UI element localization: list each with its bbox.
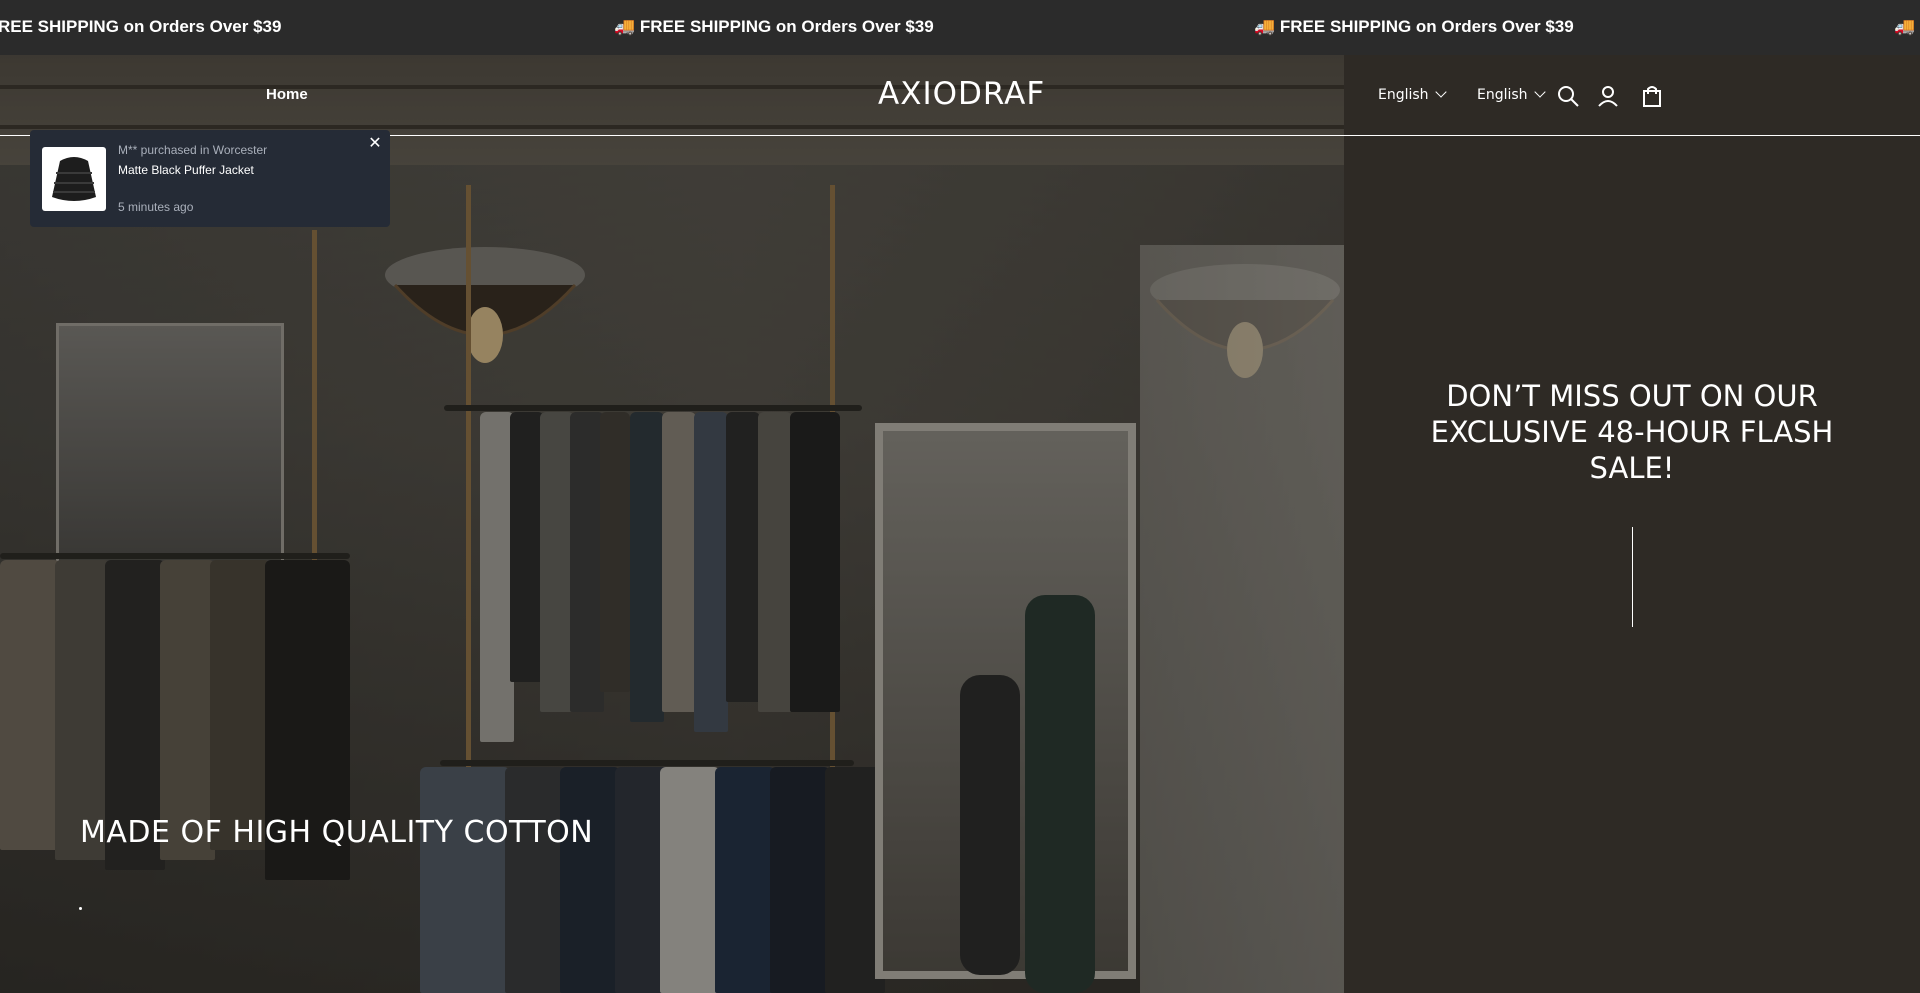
announcement-message: 🚚 FR [1894,17,1920,36]
purchase-notification[interactable]: M** purchased in Worcester Matte Black P… [30,130,390,227]
language-selector[interactable]: English [1378,86,1447,103]
cart-icon[interactable] [1640,84,1664,108]
announcement-message: 🚚 FREE SHIPPING on Orders Over $39 [614,17,934,36]
chevron-down-icon [1434,86,1447,98]
flash-sale-panel [1344,55,1920,993]
nav-home-link[interactable]: Home [266,86,308,103]
language-selector[interactable]: English [1477,86,1546,103]
purchase-time: 5 minutes ago [118,200,194,214]
account-icon[interactable] [1596,84,1620,108]
purchase-location-text: M** purchased in Worcester [118,143,268,157]
search-icon[interactable] [1556,84,1580,108]
chevron-down-icon [1533,86,1546,98]
announcement-bar: REE SHIPPING on Orders Over $39 🚚 FREE S… [0,0,1920,55]
product-name[interactable]: Matte Black Puffer Jacket [118,163,254,177]
announcement-message: REE SHIPPING on Orders Over $39 [0,17,282,36]
puffer-jacket-image [52,157,96,201]
close-icon[interactable]: ✕ [366,135,384,153]
vertical-divider [1632,527,1633,627]
language-label: English [1378,87,1429,103]
slide-indicator-dot[interactable] [79,907,82,910]
flash-sale-heading: DON’T MISS OUT ON OUR EXCLUSIVE 48-HOUR … [1430,379,1834,485]
hero-caption: MADE OF HIGH QUALITY COTTON [80,815,594,850]
logo[interactable]: AXIODRAF [878,76,1045,112]
announcement-message: 🚚 FREE SHIPPING on Orders Over $39 [1254,17,1574,36]
product-thumbnail[interactable] [42,147,106,211]
language-label: English [1477,87,1528,103]
